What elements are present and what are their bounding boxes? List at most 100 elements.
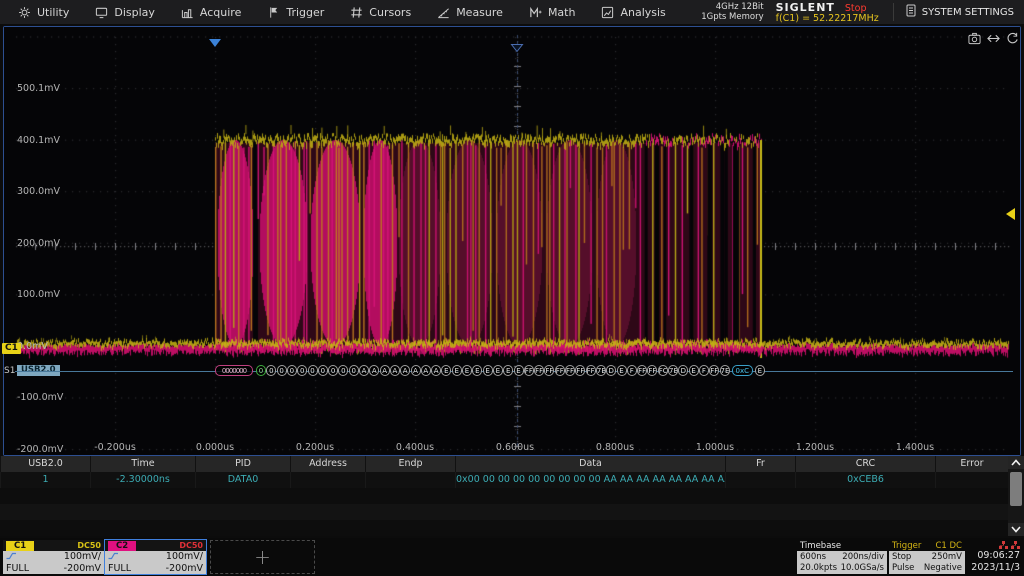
decode-byte-pill: A (400, 365, 410, 376)
decode-byte-pill: E (514, 365, 524, 376)
table-header-pid: PID (195, 456, 290, 472)
menu-item-measure[interactable]: Measure (433, 0, 507, 24)
decode-byte-pill: A (390, 365, 400, 376)
rising-slope-icon (6, 551, 17, 563)
trigger-position-marker[interactable] (209, 39, 221, 47)
table-header-data: Data (455, 456, 725, 472)
waveform-canvas[interactable] (4, 27, 1020, 455)
horizontal-zoom-icon[interactable] (987, 30, 1000, 49)
decode-byte-pill: FF (555, 365, 565, 376)
channel-descriptor-c2[interactable]: C2DC50100mV/FULL-200mV (105, 540, 206, 574)
menu-item-label: Utility (37, 6, 69, 19)
decode-byte-pill: 7B (668, 365, 678, 376)
decode-byte-pill: 0 (297, 365, 307, 376)
x-axis-label: 0.400us (396, 442, 434, 453)
network-status-icons (999, 541, 1020, 549)
menu-item-label: Cursors (369, 6, 411, 19)
menu-item-trigger[interactable]: Trigger (263, 0, 328, 24)
table-cell (725, 472, 795, 488)
menu-item-utility[interactable]: Utility (14, 0, 73, 24)
scroll-up-button[interactable] (1008, 456, 1024, 469)
trigger-delay-marker[interactable] (510, 38, 524, 57)
table-scrollbar[interactable] (1008, 456, 1024, 536)
decode-byte-pill: A (380, 365, 390, 376)
decode-byte-pill: E (503, 365, 513, 376)
table-cell (365, 472, 455, 488)
c1-channel-marker[interactable]: C1 (2, 343, 21, 354)
channel-coupling: DC50 (179, 541, 203, 550)
timebase-scale: 200ns/div (842, 552, 884, 562)
trigger-level: 250mV (932, 552, 962, 562)
channel-coupling: DC50 (77, 541, 101, 550)
analysis-icon (601, 6, 614, 19)
trigger-type: Pulse (892, 563, 914, 573)
x-axis-label: 0.600us (496, 442, 534, 453)
channel-badge: C2 (108, 541, 136, 551)
decode-byte-pill: 0 (256, 365, 266, 376)
table-cell (935, 472, 1008, 488)
y-axis-label: 0.0mV (17, 341, 48, 352)
decoder-table-row[interactable]: 1-2.30000nsDATA00x00 00 00 00 00 00 00 0… (0, 472, 1008, 488)
trigger-source: C1 DC (935, 541, 962, 551)
menu-item-display[interactable]: Display (91, 0, 159, 24)
menu-item-math[interactable]: Math (525, 0, 580, 24)
timebase-points: 20.0kpts (800, 563, 837, 573)
decode-byte-pill: E (452, 365, 462, 376)
decode-byte-pill: 7E (720, 365, 730, 376)
x-axis-label: 1.200us (796, 442, 834, 453)
menu-items: Utility Display Acquire Trigger Cursors Measu… (14, 0, 670, 24)
table-header-usb20: USB2.0 (0, 456, 90, 472)
menu-item-acquire[interactable]: Acquire (177, 0, 245, 24)
decode-byte-pill: 0 (287, 365, 297, 376)
menu-item-label: Trigger (286, 6, 324, 19)
scrollbar-thumb[interactable] (1010, 472, 1022, 506)
x-axis-label: 0.800us (596, 442, 634, 453)
decode-end-pill: E (755, 365, 765, 376)
decode-byte-pill: 0 (277, 365, 287, 376)
y-axis-label: 300.0mV (17, 186, 60, 197)
decoder-table-empty-row (0, 504, 1008, 520)
timebase-descriptor[interactable]: Timebase 600ns 200ns/div 20.0kpts 10.0GS… (797, 540, 887, 574)
screenshot-camera-icon[interactable] (968, 30, 981, 49)
menu-item-cursors[interactable]: Cursors (346, 0, 415, 24)
channel-descriptor-c1[interactable]: C1DC50100mV/FULL-200mV (3, 540, 104, 574)
decoder-table-empty-row (0, 520, 1008, 536)
decode-byte-pill: FF (586, 365, 596, 376)
refresh-icon[interactable] (1006, 30, 1019, 49)
table-header-time: Time (90, 456, 195, 472)
table-cell: 0x00 00 00 00 00 00 00 00 00 AA AA AA AA… (455, 472, 725, 488)
menu-item-analysis[interactable]: Analysis (597, 0, 669, 24)
frequency-counter: f(C1) = 52.22217MHz (776, 14, 879, 24)
clock-time: 09:06:27 (977, 550, 1020, 561)
siglent-logo: SIGLENT (776, 1, 835, 14)
trigger-descriptor[interactable]: Trigger C1 DC Stop 250mV Pulse Negative (889, 540, 965, 574)
table-header-fr: Fr (725, 456, 795, 472)
decode-crc-pill: 0xC (732, 365, 753, 376)
decode-byte-pill: E (483, 365, 493, 376)
add-channel-button[interactable]: + (210, 540, 315, 574)
channel-offset: -200mV (64, 563, 101, 574)
s1-bus-label: S1 (4, 366, 15, 376)
math-icon (529, 6, 542, 19)
decode-byte-pill: A (411, 365, 421, 376)
plus-icon: + (254, 545, 271, 569)
channel-title-strip: C2 DC50 (105, 540, 206, 551)
decode-byte-pill: FF (534, 365, 544, 376)
table-cell: DATA0 (195, 472, 290, 488)
acquisition-status: Stop (845, 3, 867, 14)
timebase-delay: 600ns (800, 552, 826, 562)
y-axis-label: -200.0mV (17, 444, 63, 455)
menu-item-label: Acquire (200, 6, 241, 19)
table-cell: 0xCEB6 (795, 472, 935, 488)
decode-byte-pill: A (421, 365, 431, 376)
scroll-down-button[interactable] (1008, 523, 1024, 536)
trigger-level-marker[interactable] (1006, 208, 1015, 220)
timebase-title: Timebase (800, 541, 841, 551)
decode-byte-pill: E (617, 365, 627, 376)
y-axis-label: 200.0mV (17, 238, 60, 249)
system-settings-button[interactable]: SYSTEM SETTINGS (893, 3, 1024, 21)
system-settings-label: SYSTEM SETTINGS (922, 7, 1014, 18)
plot-corner-tools (968, 30, 1019, 49)
decode-byte-pill: 0 (308, 365, 318, 376)
decode-byte-pill: 0 (328, 365, 338, 376)
